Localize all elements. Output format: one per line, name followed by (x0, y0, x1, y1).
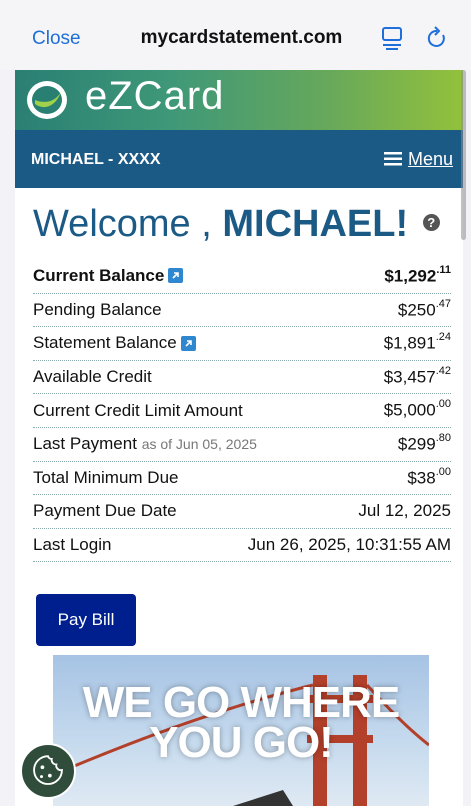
reader-mode-icon[interactable] (381, 25, 403, 51)
ezcard-logo-icon (27, 81, 67, 119)
summary-row-statement-balance: Statement Balance $1,891.24 (33, 327, 451, 361)
row-label: Statement Balance (33, 333, 177, 353)
brand-header: eZCard (15, 70, 463, 130)
cookie-settings-button[interactable] (20, 743, 76, 799)
summary-row-current-balance: Current Balance $1,292.11 (33, 260, 451, 294)
scrollbar[interactable] (461, 70, 466, 240)
welcome-heading: Welcome , MICHAEL! ? (33, 203, 440, 246)
row-value: $250.47 (397, 297, 451, 320)
help-icon[interactable]: ? (422, 214, 440, 232)
row-label: Payment Due Date (33, 501, 177, 521)
external-link-icon[interactable] (180, 335, 196, 351)
summary-row-available-credit: Available Credit $3,457.42 (33, 361, 451, 395)
row-value: $299.80 (397, 431, 451, 454)
row-value: $3,457.42 (383, 364, 451, 387)
account-summary: Current Balance $1,292.11 Pending Balanc… (33, 260, 451, 563)
summary-row-due-date: Payment Due Date Jul 12, 2025 (33, 495, 451, 529)
pay-bill-button[interactable]: Pay Bill (36, 594, 136, 646)
account-nav: MICHAEL - XXXX Menu (15, 130, 463, 188)
row-label: Current Balance (33, 266, 165, 286)
menu-button[interactable]: Menu (383, 149, 453, 170)
summary-row-minimum-due: Total Minimum Due $38.00 (33, 462, 451, 496)
summary-row-last-login: Last Login Jun 26, 2025, 10:31:55 AM (33, 529, 451, 563)
web-page: eZCard MICHAEL - XXXX Menu Welcome , MIC… (15, 70, 463, 806)
cookie-settings-icon (33, 755, 63, 785)
url-text: mycardstatement.com (140, 27, 343, 48)
screen: Close mycardstatement.com eZCard MICHAEL… (0, 0, 471, 806)
welcome-name: MICHAEL! (222, 203, 409, 245)
row-label: Total Minimum Due (33, 467, 179, 487)
row-value: $1,292.11 (384, 263, 451, 286)
row-label: Last Login (33, 535, 112, 555)
row-value: Jul 12, 2025 (358, 501, 451, 521)
external-link-icon[interactable] (168, 268, 184, 284)
row-label: Pending Balance (33, 299, 162, 319)
hamburger-icon (383, 152, 402, 166)
summary-row-pending-balance: Pending Balance $250.47 (33, 294, 451, 328)
menu-label: Menu (407, 149, 453, 169)
summary-row-credit-limit: Current Credit Limit Amount $5,000.00 (33, 394, 451, 428)
browser-toolbar: Close mycardstatement.com (0, 0, 471, 70)
last-payment-date: as of Jun 05, 2025 (141, 436, 257, 453)
welcome-greeting: Welcome , (33, 203, 223, 245)
promo-headline: WE GO WHERE YOU GO! (82, 678, 401, 767)
row-value: Jun 26, 2025, 10:31:55 AM (247, 535, 451, 555)
reload-icon[interactable] (426, 26, 448, 50)
row-value: $1,891.24 (383, 331, 451, 353)
brand-logo-text: eZCard (85, 74, 225, 118)
promo-banner[interactable]: WE GO WHERE YOU GO! (53, 655, 429, 806)
row-value: $5,000.00 (383, 398, 451, 420)
row-label: Current Credit Limit Amount (33, 400, 243, 420)
summary-row-last-payment: Last Payment as of Jun 05, 2025 $299.80 (33, 428, 451, 462)
account-name: MICHAEL - XXXX (31, 151, 161, 168)
row-label: Last Payment (33, 434, 137, 454)
row-value: $38.00 (407, 465, 451, 488)
row-label: Available Credit (33, 367, 152, 387)
